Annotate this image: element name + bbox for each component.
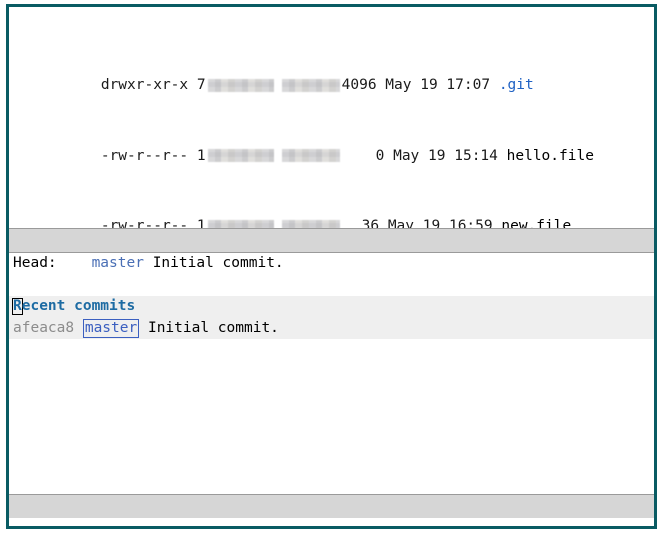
file-time: 16:59 bbox=[448, 218, 493, 228]
magit-status-window[interactable]: Head: master Initial commit. Recent comm… bbox=[9, 253, 654, 504]
col-gap bbox=[446, 148, 455, 164]
owner-redacted bbox=[207, 149, 274, 163]
group-redacted bbox=[281, 78, 340, 92]
magit-mode-line[interactable]: U:%%- magit: magit-project All (3,0) (Ma… bbox=[9, 494, 654, 519]
file-link-count: 1 bbox=[196, 147, 206, 164]
col-gap bbox=[384, 148, 393, 164]
file-size: 36 bbox=[361, 218, 380, 228]
col-gap bbox=[379, 218, 388, 228]
commit-message: Initial commit. bbox=[147, 319, 279, 336]
file-time: 17:07 bbox=[446, 77, 491, 94]
file-time: 15:14 bbox=[454, 147, 498, 164]
file-permissions: drwxr-xr-x bbox=[100, 77, 189, 94]
file-name-directory[interactable]: .git bbox=[499, 77, 534, 93]
group-redacted bbox=[281, 149, 340, 163]
col-gap bbox=[188, 77, 197, 93]
section-heading-row[interactable]: Recent commits bbox=[9, 296, 654, 318]
col-gap bbox=[414, 218, 423, 228]
file-link-count: 7 bbox=[196, 77, 206, 94]
group-redacted bbox=[281, 219, 340, 228]
file-month: May bbox=[393, 147, 420, 164]
file-day: 19 bbox=[422, 218, 441, 228]
col-gap bbox=[188, 148, 197, 164]
col-gap bbox=[440, 218, 449, 228]
section-heading-label[interactable]: ecent commits bbox=[22, 298, 136, 314]
file-permissions: -rw-r--r-- bbox=[100, 218, 189, 228]
owner-redacted bbox=[207, 78, 274, 92]
list-item[interactable]: afeaca8 master Initial commit. bbox=[9, 318, 654, 340]
recent-commits-section[interactable]: Recent commits afeaca8 master Initial co… bbox=[9, 296, 654, 339]
col-gap bbox=[377, 77, 386, 93]
magit-head-line[interactable]: Head: master Initial commit. bbox=[9, 253, 654, 275]
file-permissions: -rw-r--r-- bbox=[100, 147, 189, 164]
file-name[interactable]: hello.file bbox=[507, 148, 594, 164]
dired-window[interactable]: drwxr-xr-x 7 4096 May 19 17:07 .git -rw-r… bbox=[9, 7, 654, 228]
commit-ref-badge[interactable]: master bbox=[82, 318, 140, 338]
head-commit-message: Initial commit. bbox=[152, 255, 284, 271]
col-gap bbox=[411, 77, 420, 93]
file-month: May bbox=[385, 77, 412, 94]
table-row[interactable]: -rw-r--r-- 1 36 May 19 16:59 new.file bbox=[9, 201, 654, 228]
col-gap bbox=[419, 148, 428, 164]
echo-area bbox=[9, 518, 654, 526]
file-day: 19 bbox=[420, 77, 438, 94]
file-month: May bbox=[387, 218, 415, 228]
table-row[interactable]: drwxr-xr-x 7 4096 May 19 17:07 .git bbox=[9, 60, 654, 93]
dired-mode-line[interactable]: U:%*- magit-project Bot (10,41) (Dired b… bbox=[9, 228, 654, 253]
file-day: 19 bbox=[428, 147, 446, 164]
commit-hash[interactable]: afeaca8 bbox=[13, 320, 74, 336]
dired-file-list[interactable]: drwxr-xr-x 7 4096 May 19 17:07 .git -rw-r… bbox=[9, 7, 654, 228]
file-name[interactable]: new.file bbox=[501, 218, 571, 228]
col-gap bbox=[188, 218, 197, 228]
head-branch-name[interactable]: master bbox=[92, 255, 144, 271]
file-link-count: 1 bbox=[196, 218, 206, 228]
head-label: Head: bbox=[13, 255, 57, 271]
table-row[interactable]: -rw-r--r-- 10 May 19 15:14 hello.file bbox=[9, 130, 654, 164]
col-gap bbox=[498, 148, 507, 164]
owner-redacted bbox=[207, 219, 274, 228]
file-size: 4096 bbox=[341, 77, 377, 94]
col-gap bbox=[490, 77, 499, 93]
emacs-frame: drwxr-xr-x 7 4096 May 19 17:07 .git -rw-r… bbox=[6, 4, 657, 529]
